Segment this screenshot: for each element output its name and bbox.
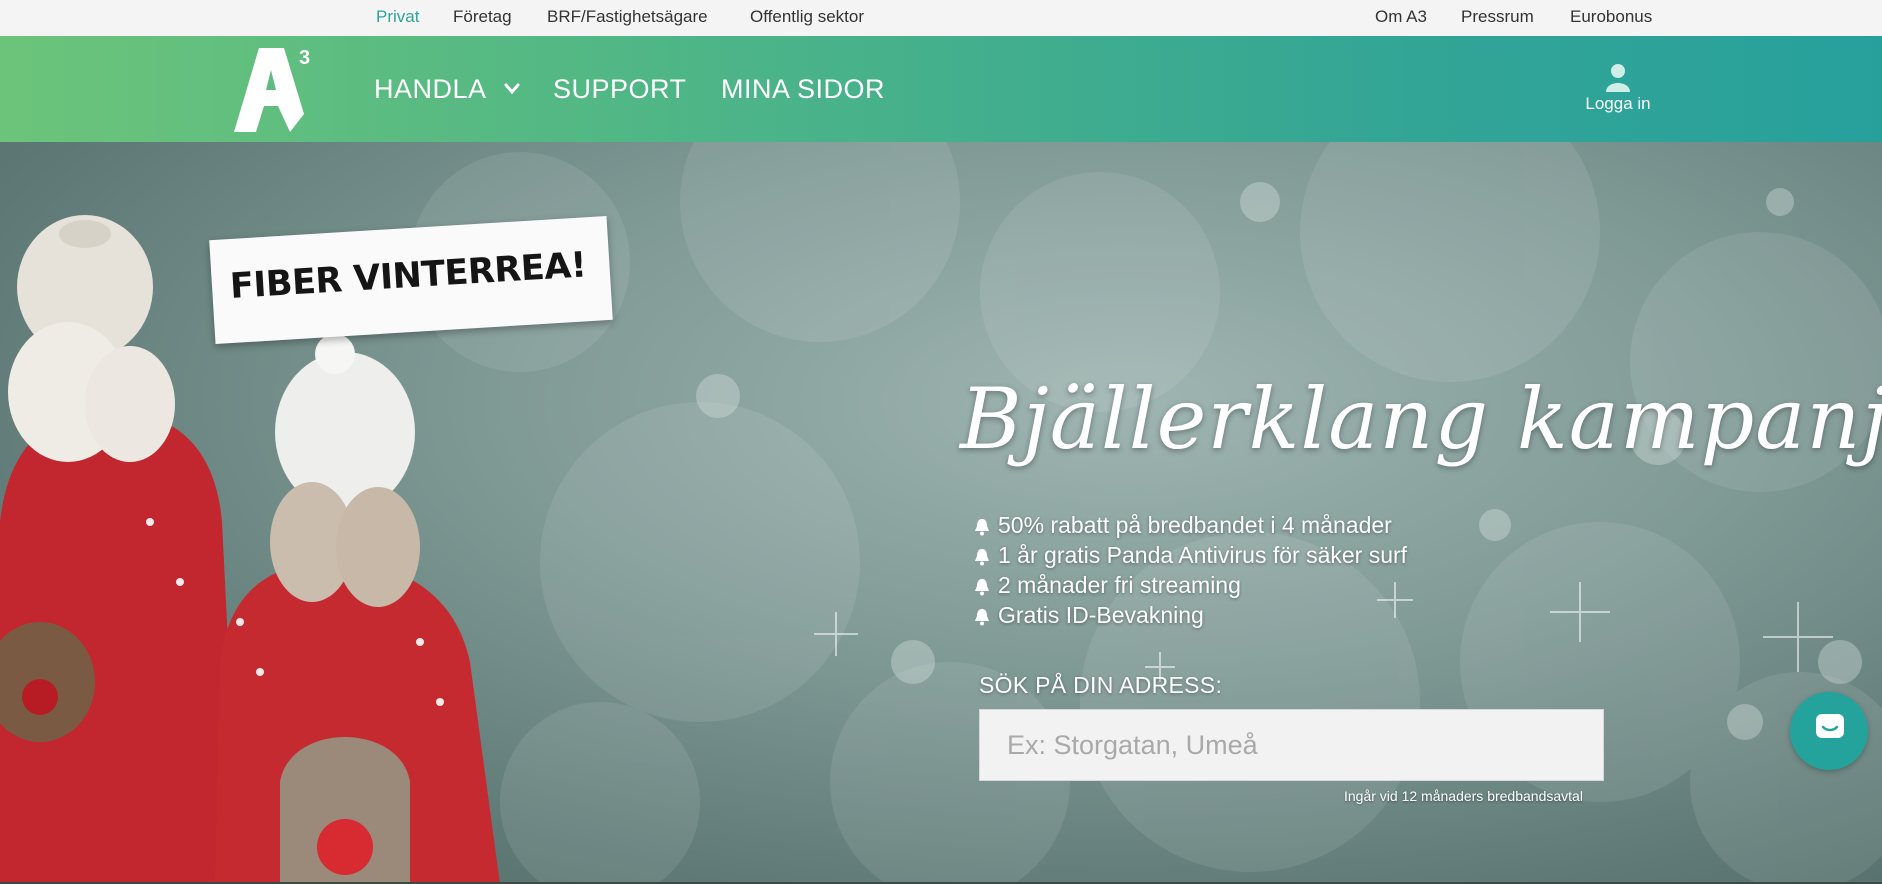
benefit-text: 2 månader fri streaming (998, 572, 1241, 598)
address-search-label: SÖK PÅ DIN ADRESS: (979, 672, 1223, 698)
chat-icon (1816, 714, 1844, 738)
promo-ribbon-text: FIBER VINTERREA! (228, 245, 588, 308)
link-privat[interactable]: Privat (376, 7, 419, 27)
list-item: 50% rabatt på bredbandet i 4 månader (970, 512, 1407, 542)
address-search-input[interactable] (979, 709, 1604, 781)
login-button[interactable]: Logga in (1578, 62, 1658, 122)
bell-icon (975, 579, 989, 596)
utility-bar: Privat Företag BRF/Fastighetsägare Offen… (0, 0, 1882, 36)
benefit-text: 1 år gratis Panda Antivirus för säker su… (998, 542, 1408, 568)
benefit-text: Gratis ID-Bevakning (998, 602, 1204, 628)
main-header: 3 HANDLA SUPPORT MINA SIDOR Logga in (0, 36, 1882, 142)
nav-handla[interactable]: HANDLA (374, 74, 487, 105)
user-icon (1606, 64, 1630, 92)
campaign-title: Bjällerklang kampanj (960, 370, 1882, 468)
nav-mina-sidor[interactable]: MINA SIDOR (721, 74, 885, 105)
chat-button[interactable] (1790, 692, 1868, 770)
benefit-text: 50% rabatt på bredbandet i 4 månader (998, 512, 1392, 538)
link-offentlig-sektor[interactable]: Offentlig sektor (750, 7, 864, 27)
nav-support[interactable]: SUPPORT (553, 74, 687, 105)
link-foretag[interactable]: Företag (453, 7, 512, 27)
a3-logo[interactable]: 3 (226, 44, 321, 134)
login-label: Logga in (1585, 94, 1651, 113)
link-pressrum[interactable]: Pressrum (1461, 7, 1534, 27)
link-brf[interactable]: BRF/Fastighetsägare (547, 7, 708, 27)
link-om-a3[interactable]: Om A3 (1375, 7, 1427, 27)
benefit-list: 50% rabatt på bredbandet i 4 månader 1 å… (970, 512, 1407, 632)
disclaimer-text: Ingår vid 12 månaders bredbandsavtal (1344, 788, 1583, 804)
link-eurobonus[interactable]: Eurobonus (1570, 7, 1652, 27)
chevron-down-icon[interactable] (504, 82, 520, 96)
bell-icon (975, 519, 989, 536)
hero-banner: FIBER VINTERREA! Bjällerklang kampanj 50… (0, 142, 1882, 884)
list-item: 2 månader fri streaming (970, 572, 1407, 602)
list-item: 1 år gratis Panda Antivirus för säker su… (970, 542, 1407, 572)
svg-text:3: 3 (299, 47, 310, 69)
list-item: Gratis ID-Bevakning (970, 602, 1407, 632)
bell-icon (975, 609, 989, 626)
bell-icon (975, 549, 989, 566)
